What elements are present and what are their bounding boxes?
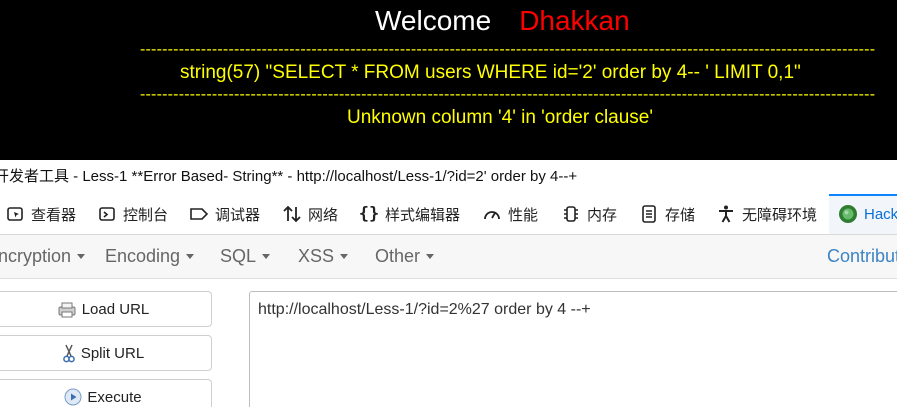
chevron-down-icon bbox=[426, 254, 435, 259]
play-icon bbox=[64, 388, 82, 406]
menu-other[interactable]: Other bbox=[375, 235, 435, 278]
console-icon bbox=[96, 203, 118, 225]
tab-performance[interactable]: 性能 bbox=[481, 194, 538, 234]
hackbar-menu: Encryption Encoding SQL XSS Other Contri… bbox=[0, 235, 897, 279]
storage-icon bbox=[638, 203, 660, 225]
performance-icon bbox=[481, 203, 503, 225]
tab-hackbar[interactable]: HackBar bbox=[829, 194, 897, 234]
menu-xss[interactable]: XSS bbox=[298, 235, 349, 278]
contribute-link[interactable]: Contribute bbox=[827, 235, 897, 278]
welcome-username: Dhakkan bbox=[519, 5, 630, 36]
memory-icon bbox=[560, 203, 582, 225]
tab-inspector[interactable]: 查看器 bbox=[4, 194, 76, 234]
tab-accessibility[interactable]: 无障碍环境 bbox=[715, 194, 817, 234]
load-url-button[interactable]: Load URL bbox=[0, 291, 212, 327]
execute-button[interactable]: Execute bbox=[0, 379, 212, 407]
separator-line-bottom: ----------------------------------------… bbox=[140, 88, 875, 102]
url-textarea[interactable]: http://localhost/Less-1/?id=2%27 order b… bbox=[249, 291, 897, 407]
menu-encryption[interactable]: Encryption bbox=[0, 235, 86, 278]
hackbar-icon bbox=[837, 203, 859, 225]
style-editor-icon: {} bbox=[358, 204, 380, 224]
network-icon bbox=[281, 203, 303, 225]
web-page-content: Welcome Dhakkan -------------------------… bbox=[0, 0, 897, 160]
sql-query-output: string(57) "SELECT * FROM users WHERE id… bbox=[180, 62, 801, 83]
active-tab-indicator bbox=[829, 194, 897, 196]
load-url-icon bbox=[57, 300, 77, 318]
chevron-down-icon bbox=[262, 254, 271, 259]
inspector-icon bbox=[4, 203, 26, 225]
sql-error-message: Unknown column '4' in 'order clause' bbox=[347, 107, 653, 128]
chevron-down-icon bbox=[340, 254, 349, 259]
hackbar-body: Load URL Split URL Execute http://localh… bbox=[0, 279, 897, 407]
menu-encoding[interactable]: Encoding bbox=[105, 235, 195, 278]
tab-storage[interactable]: 存储 bbox=[638, 194, 695, 234]
scissors-icon bbox=[62, 343, 76, 363]
tab-memory[interactable]: 内存 bbox=[560, 194, 617, 234]
debugger-icon bbox=[188, 203, 210, 225]
devtools-toolbar: 查看器 控制台 调试器 网络 {} 样式编辑器 性能 内存 存储 无障碍环境 H… bbox=[0, 194, 897, 235]
split-url-button[interactable]: Split URL bbox=[0, 335, 212, 371]
chevron-down-icon bbox=[186, 254, 195, 259]
devtools-title-bar: 开发者工具 - Less-1 **Error Based- String** -… bbox=[0, 160, 897, 194]
tab-network[interactable]: 网络 bbox=[281, 194, 338, 234]
accessibility-icon bbox=[715, 203, 737, 225]
welcome-label: Welcome bbox=[375, 5, 492, 36]
separator-line-top: ----------------------------------------… bbox=[140, 43, 875, 57]
tab-console[interactable]: 控制台 bbox=[96, 194, 168, 234]
devtools-window-title: 开发者工具 - Less-1 **Error Based- String** -… bbox=[0, 168, 578, 185]
tab-style-editor[interactable]: {} 样式编辑器 bbox=[358, 194, 460, 234]
tab-debugger[interactable]: 调试器 bbox=[188, 194, 260, 234]
chevron-down-icon bbox=[77, 254, 86, 259]
menu-sql[interactable]: SQL bbox=[220, 235, 271, 278]
welcome-heading: Welcome Dhakkan bbox=[375, 4, 630, 38]
